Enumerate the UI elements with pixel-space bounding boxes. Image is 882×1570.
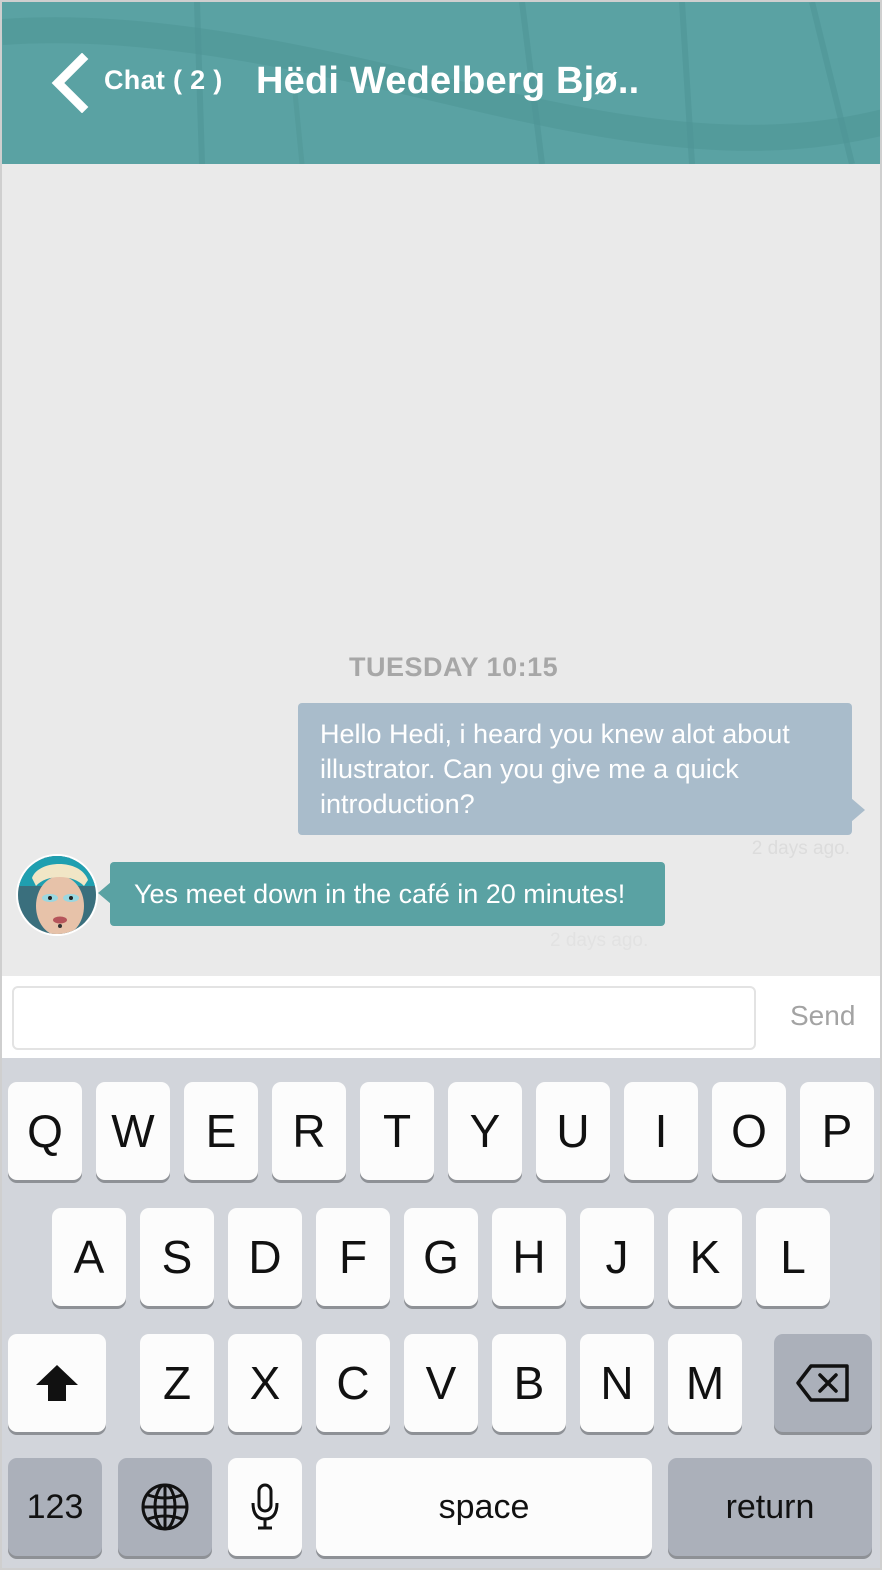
space-key[interactable]: space xyxy=(316,1458,652,1556)
key-j[interactable]: J xyxy=(580,1208,654,1306)
backspace-icon xyxy=(796,1364,849,1402)
key-i[interactable]: I xyxy=(624,1082,698,1180)
globe-key[interactable] xyxy=(118,1458,212,1556)
key-n[interactable]: N xyxy=(580,1334,654,1432)
incoming-message-bubble[interactable]: Yes meet down in the café in 20 minutes! xyxy=(110,862,665,926)
key-b[interactable]: B xyxy=(492,1334,566,1432)
key-z[interactable]: Z xyxy=(140,1334,214,1432)
key-p[interactable]: P xyxy=(800,1082,874,1180)
key-y[interactable]: Y xyxy=(448,1082,522,1180)
key-a[interactable]: A xyxy=(52,1208,126,1306)
key-x[interactable]: X xyxy=(228,1334,302,1432)
key-g[interactable]: G xyxy=(404,1208,478,1306)
shift-icon xyxy=(36,1365,78,1401)
key-d[interactable]: D xyxy=(228,1208,302,1306)
key-s[interactable]: S xyxy=(140,1208,214,1306)
message-list[interactable]: TUESDAY 10:15 Hello Hedi, i heard you kn… xyxy=(2,164,880,976)
incoming-message-time: 2 days ago. xyxy=(550,930,649,951)
shift-key[interactable] xyxy=(8,1334,106,1432)
back-button-label: Chat ( 2 ) xyxy=(104,64,223,95)
message-input[interactable] xyxy=(12,986,756,1050)
key-q[interactable]: Q xyxy=(8,1082,82,1180)
outgoing-bubble-tail xyxy=(851,798,865,822)
avatar[interactable] xyxy=(16,854,98,936)
key-e[interactable]: E xyxy=(184,1082,258,1180)
key-k[interactable]: K xyxy=(668,1208,742,1306)
composer-bar: Send xyxy=(2,976,880,1058)
numbers-key[interactable]: 123 xyxy=(8,1458,102,1556)
contact-avatar-image xyxy=(18,856,96,934)
conversation-title: Hëdi Wedelberg Bjø.. xyxy=(256,60,640,102)
key-v[interactable]: V xyxy=(404,1334,478,1432)
key-r[interactable]: R xyxy=(272,1082,346,1180)
key-t[interactable]: T xyxy=(360,1082,434,1180)
header-bar: Chat ( 2 ) Hëdi Wedelberg Bjø.. xyxy=(2,2,880,164)
key-w[interactable]: W xyxy=(96,1082,170,1180)
key-o[interactable]: O xyxy=(712,1082,786,1180)
key-f[interactable]: F xyxy=(316,1208,390,1306)
dictation-key[interactable] xyxy=(228,1458,302,1556)
key-c[interactable]: C xyxy=(316,1334,390,1432)
backspace-key[interactable] xyxy=(774,1334,872,1432)
return-key[interactable]: return xyxy=(668,1458,872,1556)
globe-icon xyxy=(141,1483,189,1531)
outgoing-message-bubble[interactable]: Hello Hedi, i heard you knew alot about … xyxy=(298,703,852,835)
outgoing-message-time: 2 days ago. xyxy=(751,838,850,859)
send-button[interactable]: Send xyxy=(790,1000,855,1032)
key-l[interactable]: L xyxy=(756,1208,830,1306)
day-timestamp: TUESDAY 10:15 xyxy=(349,652,559,682)
on-screen-keyboard: Q W E R T Y U I O P A S D F G H J K L Z … xyxy=(2,1058,880,1568)
back-button[interactable]: Chat ( 2 ) xyxy=(46,52,223,114)
microphone-icon xyxy=(251,1483,279,1530)
key-h[interactable]: H xyxy=(492,1208,566,1306)
key-m[interactable]: M xyxy=(668,1334,742,1432)
chat-screen: Chat ( 2 ) Hëdi Wedelberg Bjø.. TUESDAY … xyxy=(0,0,882,1570)
key-u[interactable]: U xyxy=(536,1082,610,1180)
chevron-left-icon xyxy=(51,53,89,113)
